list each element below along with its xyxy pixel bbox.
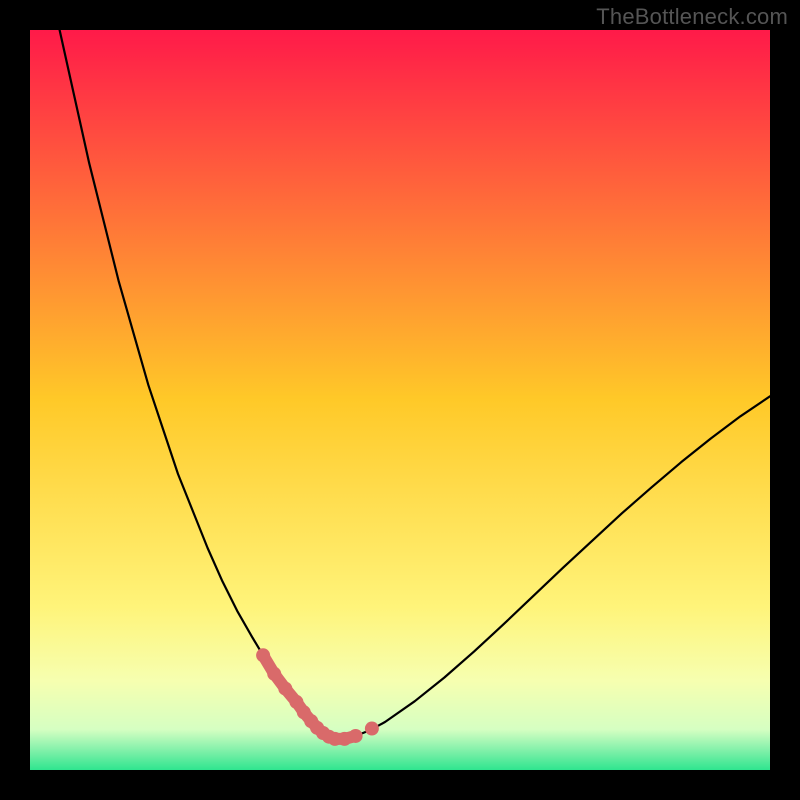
chart-frame: TheBottleneck.com — [0, 0, 800, 800]
marker-dot — [278, 682, 292, 696]
gradient-background — [30, 30, 770, 770]
plot-area — [30, 30, 770, 770]
marker-dot — [365, 722, 379, 736]
marker-dot — [349, 729, 363, 743]
watermark-text: TheBottleneck.com — [596, 4, 788, 30]
marker-dot — [267, 667, 281, 681]
marker-dot — [256, 648, 270, 662]
chart-svg — [30, 30, 770, 770]
